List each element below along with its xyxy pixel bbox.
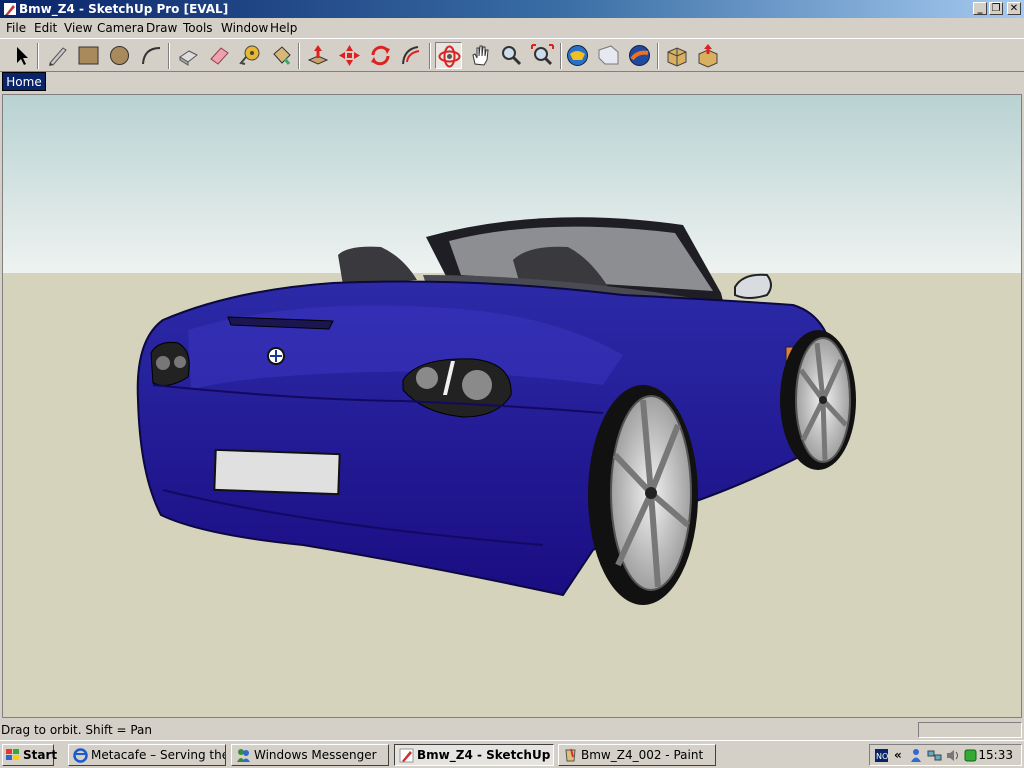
follow-me-button[interactable] — [398, 42, 425, 69]
make-component-icon — [179, 50, 198, 66]
move-tool-button[interactable] — [336, 42, 363, 69]
zoom-extents-icon — [531, 44, 554, 66]
volume-icon[interactable] — [945, 748, 960, 763]
select-tool-button[interactable] — [7, 42, 34, 69]
orbit-icon — [438, 45, 461, 68]
pencil-line-icon — [49, 47, 67, 66]
large-tool-set-toolbar — [0, 38, 1024, 72]
push-pull-button[interactable] — [305, 42, 332, 69]
status-bar: Drag to orbit. Shift = Pan — [0, 720, 1024, 740]
paint-bucket-icon — [273, 46, 291, 65]
task-label: Windows Messenger — [254, 748, 377, 762]
push-pull-icon — [307, 45, 329, 65]
3d-warehouse-icon — [567, 45, 588, 66]
circle-tool-button[interactable] — [106, 42, 133, 69]
zoom-tool-button[interactable] — [498, 42, 525, 69]
google-earth-button[interactable] — [626, 42, 653, 69]
rotate-icon — [371, 45, 390, 66]
status-hint: Drag to orbit. Shift = Pan — [1, 723, 152, 737]
share-model-icon — [598, 45, 619, 65]
menu-tools[interactable]: Tools — [183, 21, 213, 35]
menu-help[interactable]: Help — [270, 21, 297, 35]
window-title: Bmw_Z4 - SketchUp Pro [EVAL] — [19, 2, 229, 16]
rectangle-tool-button[interactable] — [75, 42, 102, 69]
toolbar-separator — [298, 43, 300, 69]
start-label: Start — [23, 748, 58, 762]
minimize-button[interactable]: _ — [973, 2, 987, 15]
eraser-tool-button[interactable] — [206, 42, 233, 69]
messenger-icon — [237, 749, 250, 762]
taskbar: Start Metacafe – Serving the ... Windows… — [0, 740, 1024, 768]
sketchup-app-icon — [4, 3, 16, 15]
arc-icon — [142, 47, 161, 65]
task-label: Bmw_Z4 - SketchUp P... — [417, 748, 553, 762]
tape-measure-icon — [239, 45, 260, 65]
zoom-extents-button[interactable] — [529, 42, 556, 69]
menu-draw[interactable]: Draw — [146, 21, 177, 35]
zoom-icon — [502, 46, 522, 66]
pan-icon — [472, 45, 489, 66]
windows-logo-icon — [6, 749, 19, 760]
3d-scene — [3, 95, 1021, 717]
task-paint[interactable]: Bmw_Z4_002 - Paint — [558, 744, 716, 766]
rear-wheel — [588, 385, 698, 605]
google-earth-icon — [629, 45, 650, 66]
orbit-tool-button[interactable] — [435, 42, 462, 69]
share-component-button[interactable] — [695, 42, 722, 69]
toolbar-separator — [168, 43, 170, 69]
make-component-button[interactable] — [175, 42, 202, 69]
get-models-icon — [667, 47, 687, 67]
task-label: Metacafe – Serving the ... — [91, 748, 225, 762]
security-center-icon[interactable] — [963, 748, 978, 763]
menu-file[interactable]: File — [6, 21, 26, 35]
close-button[interactable]: ✕ — [1007, 2, 1021, 15]
paint-app-icon — [565, 748, 576, 762]
3d-warehouse-button[interactable] — [564, 42, 591, 69]
scene-tab-home[interactable]: Home — [2, 72, 46, 91]
menu-camera[interactable]: Camera — [97, 21, 144, 35]
clock[interactable]: 15:33 — [978, 745, 1013, 765]
restore-button[interactable]: ❐ — [989, 2, 1003, 15]
internet-explorer-icon — [73, 748, 88, 763]
menu-view[interactable]: View — [64, 21, 92, 35]
eraser-icon — [210, 47, 229, 65]
select-icon — [17, 47, 28, 65]
rotate-tool-button[interactable] — [367, 42, 394, 69]
svg-text:NO: NO — [876, 752, 888, 761]
model-viewport[interactable] — [2, 94, 1022, 718]
toolbar-separator — [37, 43, 39, 69]
language-indicator-icon[interactable]: NO — [874, 748, 889, 763]
sketchup-app-icon — [399, 748, 414, 763]
network-icon[interactable] — [927, 748, 942, 763]
start-button[interactable]: Start — [2, 744, 58, 766]
messenger-status-icon[interactable] — [910, 748, 925, 763]
measurements-box[interactable] — [918, 722, 1022, 738]
menu-bar: File Edit View Camera Draw Tools Window … — [0, 18, 1024, 38]
show-hidden-icons-button[interactable]: « — [894, 745, 902, 765]
circle-icon — [110, 46, 129, 65]
get-models-button[interactable] — [664, 42, 691, 69]
task-metacafe[interactable]: Metacafe – Serving the ... — [68, 744, 226, 766]
follow-me-icon — [402, 46, 420, 65]
toolbar-separator — [429, 43, 431, 69]
paint-bucket-button[interactable] — [268, 42, 295, 69]
menu-window[interactable]: Window — [221, 21, 268, 35]
front-wheel — [780, 330, 856, 470]
title-bar: Bmw_Z4 - SketchUp Pro [EVAL] _ ❐ ✕ — [0, 0, 1024, 18]
arc-tool-button[interactable] — [138, 42, 165, 69]
system-tray: NO « 15:33 — [869, 744, 1022, 766]
menu-edit[interactable]: Edit — [34, 21, 57, 35]
task-label: Bmw_Z4_002 - Paint — [581, 748, 704, 762]
share-component-icon — [698, 44, 718, 68]
rectangle-icon — [78, 46, 99, 65]
toolbar-separator — [560, 43, 562, 69]
move-icon — [339, 45, 360, 66]
task-sketchup[interactable]: Bmw_Z4 - SketchUp P... — [394, 744, 554, 766]
pan-tool-button[interactable] — [467, 42, 494, 69]
tape-measure-button[interactable] — [237, 42, 264, 69]
share-model-button[interactable] — [595, 42, 622, 69]
line-tool-button[interactable] — [44, 42, 71, 69]
toolbar-separator — [657, 43, 659, 69]
task-windows-messenger[interactable]: Windows Messenger — [231, 744, 389, 766]
